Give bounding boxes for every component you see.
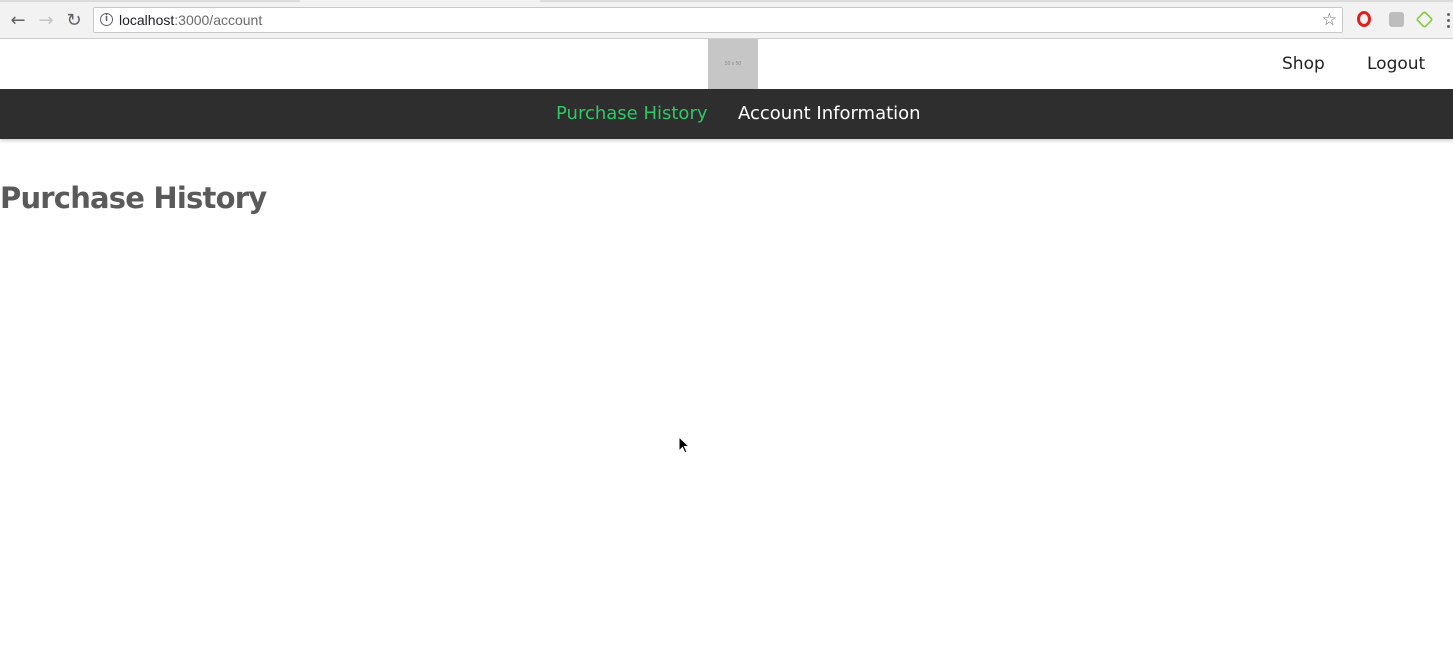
site-header: 50 x 50 Shop Logout	[0, 39, 1453, 89]
browser-menu-icon[interactable]	[1443, 10, 1453, 30]
site-info-icon[interactable]: i	[100, 13, 113, 26]
reload-icon[interactable]: ↻	[63, 9, 85, 31]
address-bar[interactable]: i localhost:3000/account ☆	[93, 7, 1343, 33]
bookmark-star-icon[interactable]: ☆	[1322, 10, 1337, 30]
gray-extension-icon[interactable]	[1387, 10, 1405, 28]
tab-account-information[interactable]: Account Information	[738, 103, 921, 124]
url-host: localhost	[119, 12, 175, 28]
logout-link[interactable]: Logout	[1367, 54, 1425, 74]
shop-link[interactable]: Shop	[1282, 54, 1325, 74]
logo-placeholder[interactable]: 50 x 50	[708, 39, 758, 89]
account-subnav: Purchase History Account Information	[0, 89, 1453, 139]
forward-icon[interactable]: →	[35, 9, 57, 31]
back-icon[interactable]: ←	[7, 9, 29, 31]
active-tab[interactable]	[300, 0, 540, 2]
browser-toolbar: ← → ↻ i localhost:3000/account ☆	[0, 0, 1453, 39]
url-text[interactable]: localhost:3000/account	[119, 12, 262, 28]
tab-strip	[0, 0, 1453, 2]
url-path: :3000/account	[174, 12, 263, 28]
mouse-cursor-icon	[678, 436, 690, 454]
page-title: Purchase History	[0, 181, 267, 215]
tab-purchase-history[interactable]: Purchase History	[556, 103, 708, 124]
opera-extension-icon[interactable]	[1355, 10, 1373, 28]
node-extension-icon[interactable]	[1414, 9, 1434, 29]
